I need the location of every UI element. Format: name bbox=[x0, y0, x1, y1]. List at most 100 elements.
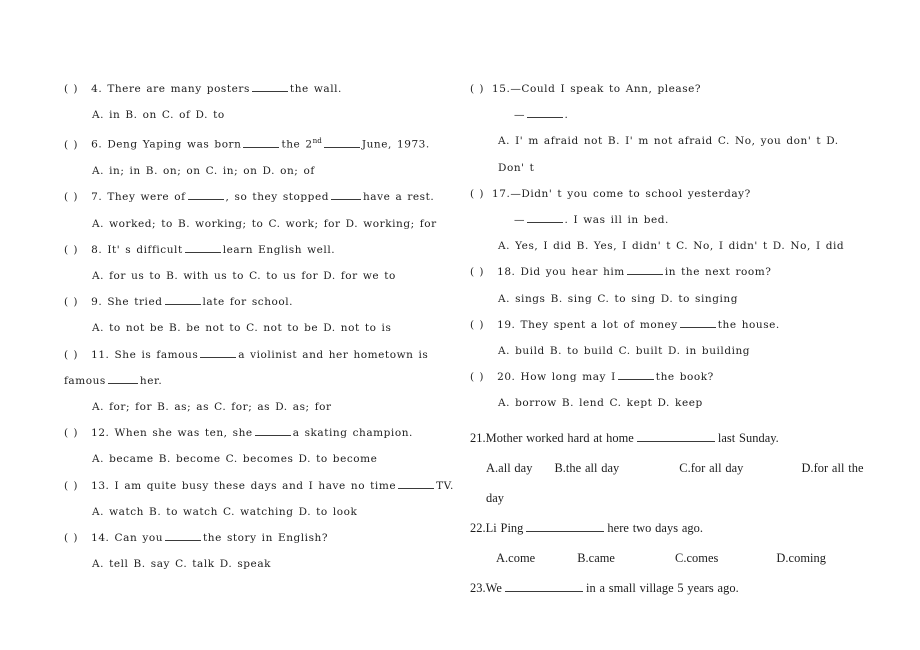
option-21-b[interactable]: B.the all day bbox=[554, 461, 619, 475]
question-stem-9b: late for school. bbox=[202, 296, 294, 309]
options-13[interactable]: A. watch B. to watch C. watching D. to l… bbox=[64, 499, 460, 525]
options-4[interactable]: A. in B. on C. of D. to bbox=[64, 102, 460, 128]
fill-blank[interactable] bbox=[617, 379, 654, 381]
options-20[interactable]: A. borrow B. lend C. kept D. keep bbox=[470, 390, 870, 416]
fill-blank[interactable] bbox=[107, 382, 138, 384]
fill-blank[interactable] bbox=[636, 440, 715, 442]
question-number-7: 7. bbox=[91, 191, 103, 204]
options-14[interactable]: A. tell B. say C. talk D. speak bbox=[64, 551, 460, 577]
answer-box-20[interactable]: ( ) bbox=[470, 364, 492, 390]
fill-blank[interactable] bbox=[254, 435, 291, 437]
question-6: ( ) 6. Deng Yaping was born the 2nd June, … bbox=[64, 128, 460, 158]
fill-blank[interactable] bbox=[200, 356, 237, 358]
question-number-14: 14. bbox=[91, 531, 110, 544]
fill-blank[interactable] bbox=[398, 487, 435, 489]
option-22-c[interactable]: C.comes bbox=[675, 551, 718, 565]
fill-blank[interactable] bbox=[679, 326, 716, 328]
right-question-column: ( ) 15.—Could I speak to Ann, please? —. … bbox=[470, 76, 870, 603]
question-stem-8a: It' s difficult bbox=[107, 243, 183, 256]
question-18: ( ) 18. Did you hear him in the next room… bbox=[470, 259, 870, 285]
fill-blank[interactable] bbox=[526, 117, 563, 119]
question-9: ( ) 9. She tried late for school. bbox=[64, 289, 460, 315]
options-12[interactable]: A. became B. become C. becomes D. to bec… bbox=[64, 446, 460, 472]
fill-blank[interactable] bbox=[164, 304, 201, 306]
options-11[interactable]: A. for; for B. as; as C. for; as D. as; … bbox=[64, 394, 460, 420]
question-stem-15: —Could I speak to Ann, please? bbox=[510, 83, 702, 95]
fill-blank[interactable] bbox=[165, 539, 202, 541]
fill-blank[interactable] bbox=[243, 146, 280, 148]
options-7[interactable]: A. worked; to B. working; to C. work; fo… bbox=[64, 211, 460, 237]
answer-box-7[interactable]: ( ) bbox=[64, 184, 86, 210]
option-22-a[interactable]: A.come bbox=[496, 551, 535, 565]
question-number-19: 19. bbox=[497, 318, 516, 331]
option-21-d[interactable]: D.for all the day bbox=[486, 461, 864, 505]
question-stem-21b: last Sunday. bbox=[717, 430, 779, 445]
question-stem-4b: the wall. bbox=[289, 83, 342, 95]
options-6[interactable]: A. in; in B. on; on C. in; on D. on; of bbox=[64, 158, 460, 184]
answer-box-11[interactable]: ( ) bbox=[64, 342, 86, 368]
dialogue-dash: — bbox=[514, 109, 525, 122]
fill-blank[interactable] bbox=[526, 530, 605, 532]
fill-blank[interactable] bbox=[323, 146, 360, 148]
options-15[interactable]: A. I' m afraid not B. I' m not afraid C.… bbox=[470, 128, 870, 180]
option-21-a[interactable]: A.all day bbox=[486, 461, 532, 475]
question-stem-19b: the house. bbox=[717, 318, 780, 331]
question-stem-6c: June, 1973. bbox=[361, 138, 430, 151]
answer-box-6[interactable]: ( ) bbox=[64, 132, 86, 158]
question-stem-21a: 21.Mother worked hard at home bbox=[470, 430, 634, 445]
fill-blank[interactable] bbox=[504, 590, 583, 592]
question-19: ( ) 19. They spent a lot of money the hou… bbox=[470, 312, 870, 338]
answer-box-8[interactable]: ( ) bbox=[64, 237, 86, 263]
option-21-c[interactable]: C.for all day bbox=[679, 461, 743, 475]
question-stem-20b: the book? bbox=[655, 371, 714, 384]
question-12: ( ) 12. When she was ten, she a skating c… bbox=[64, 420, 460, 446]
question-number-12: 12. bbox=[91, 427, 110, 440]
options-9[interactable]: A. to not be B. be not to C. not to be D… bbox=[64, 315, 460, 341]
answer-box-13[interactable]: ( ) bbox=[64, 473, 86, 499]
question-stem-7a: They were of bbox=[107, 191, 186, 204]
answer-box-12[interactable]: ( ) bbox=[64, 420, 86, 446]
ordinal-suffix: nd bbox=[312, 136, 322, 146]
option-22-d[interactable]: D.coming bbox=[776, 551, 826, 565]
answer-box-4[interactable]: ( ) bbox=[64, 76, 86, 102]
answer-box-17[interactable]: ( ) bbox=[470, 181, 492, 207]
answer-box-14[interactable]: ( ) bbox=[64, 525, 86, 551]
question-stem-14b: the story in English? bbox=[203, 531, 329, 544]
question-15-reply-tail: . bbox=[564, 109, 569, 122]
options-19[interactable]: A. build B. to build C. built D. in buil… bbox=[470, 338, 870, 364]
question-17: ( ) 17.—Didn' t you come to school yester… bbox=[470, 181, 870, 207]
question-14: ( ) 14. Can you the story in English? bbox=[64, 525, 460, 551]
question-stem-8b: learn English well. bbox=[222, 243, 336, 256]
question-15-reply: —. bbox=[470, 102, 870, 128]
options-18[interactable]: A. sings B. sing C. to sing D. to singin… bbox=[470, 286, 870, 312]
fill-blank[interactable] bbox=[526, 222, 563, 224]
fill-blank[interactable] bbox=[331, 199, 361, 201]
question-stem-22a: 22.Li Ping bbox=[470, 520, 524, 535]
question-number-13: 13. bbox=[91, 479, 110, 492]
options-21[interactable]: A.all day B.the all day C.for all day D.for… bbox=[470, 453, 870, 513]
fill-blank[interactable] bbox=[184, 251, 221, 253]
options-22[interactable]: A.come B.came C.comes D.coming bbox=[470, 543, 870, 573]
question-stem-20a: How long may I bbox=[520, 371, 616, 384]
fill-blank[interactable] bbox=[251, 91, 288, 92]
question-number-11: 11. bbox=[91, 348, 110, 361]
left-question-column: ( ) 4. There are many posters the wall. A… bbox=[64, 76, 460, 577]
option-22-b[interactable]: B.came bbox=[577, 551, 615, 565]
question-stem-7b: , so they stopped bbox=[225, 191, 329, 204]
answer-box-9[interactable]: ( ) bbox=[64, 289, 86, 315]
answer-box-15[interactable]: ( ) bbox=[470, 76, 492, 102]
question-23: 23.We in a small village 5 years ago. bbox=[470, 573, 870, 603]
answer-box-18[interactable]: ( ) bbox=[470, 259, 492, 285]
answer-box-19[interactable]: ( ) bbox=[470, 312, 492, 338]
options-17[interactable]: A. Yes, I did B. Yes, I didn' t C. No, I… bbox=[470, 233, 870, 259]
question-stem-23b: in a small village 5 years ago. bbox=[585, 580, 739, 595]
question-stem-13b: TV. bbox=[436, 479, 454, 492]
question-stem-23a: 23.We bbox=[470, 580, 502, 595]
fill-blank[interactable] bbox=[187, 199, 224, 201]
question-7: ( ) 7. They were of , so they stopped have… bbox=[64, 184, 460, 210]
question-number-9: 9. bbox=[91, 296, 103, 309]
fill-blank[interactable] bbox=[626, 274, 663, 276]
options-8[interactable]: A. for us to B. with us to C. to us for … bbox=[64, 263, 460, 289]
question-stem-11a: She is famous bbox=[114, 348, 199, 361]
question-22: 22.Li Ping here two days ago. bbox=[470, 513, 870, 543]
